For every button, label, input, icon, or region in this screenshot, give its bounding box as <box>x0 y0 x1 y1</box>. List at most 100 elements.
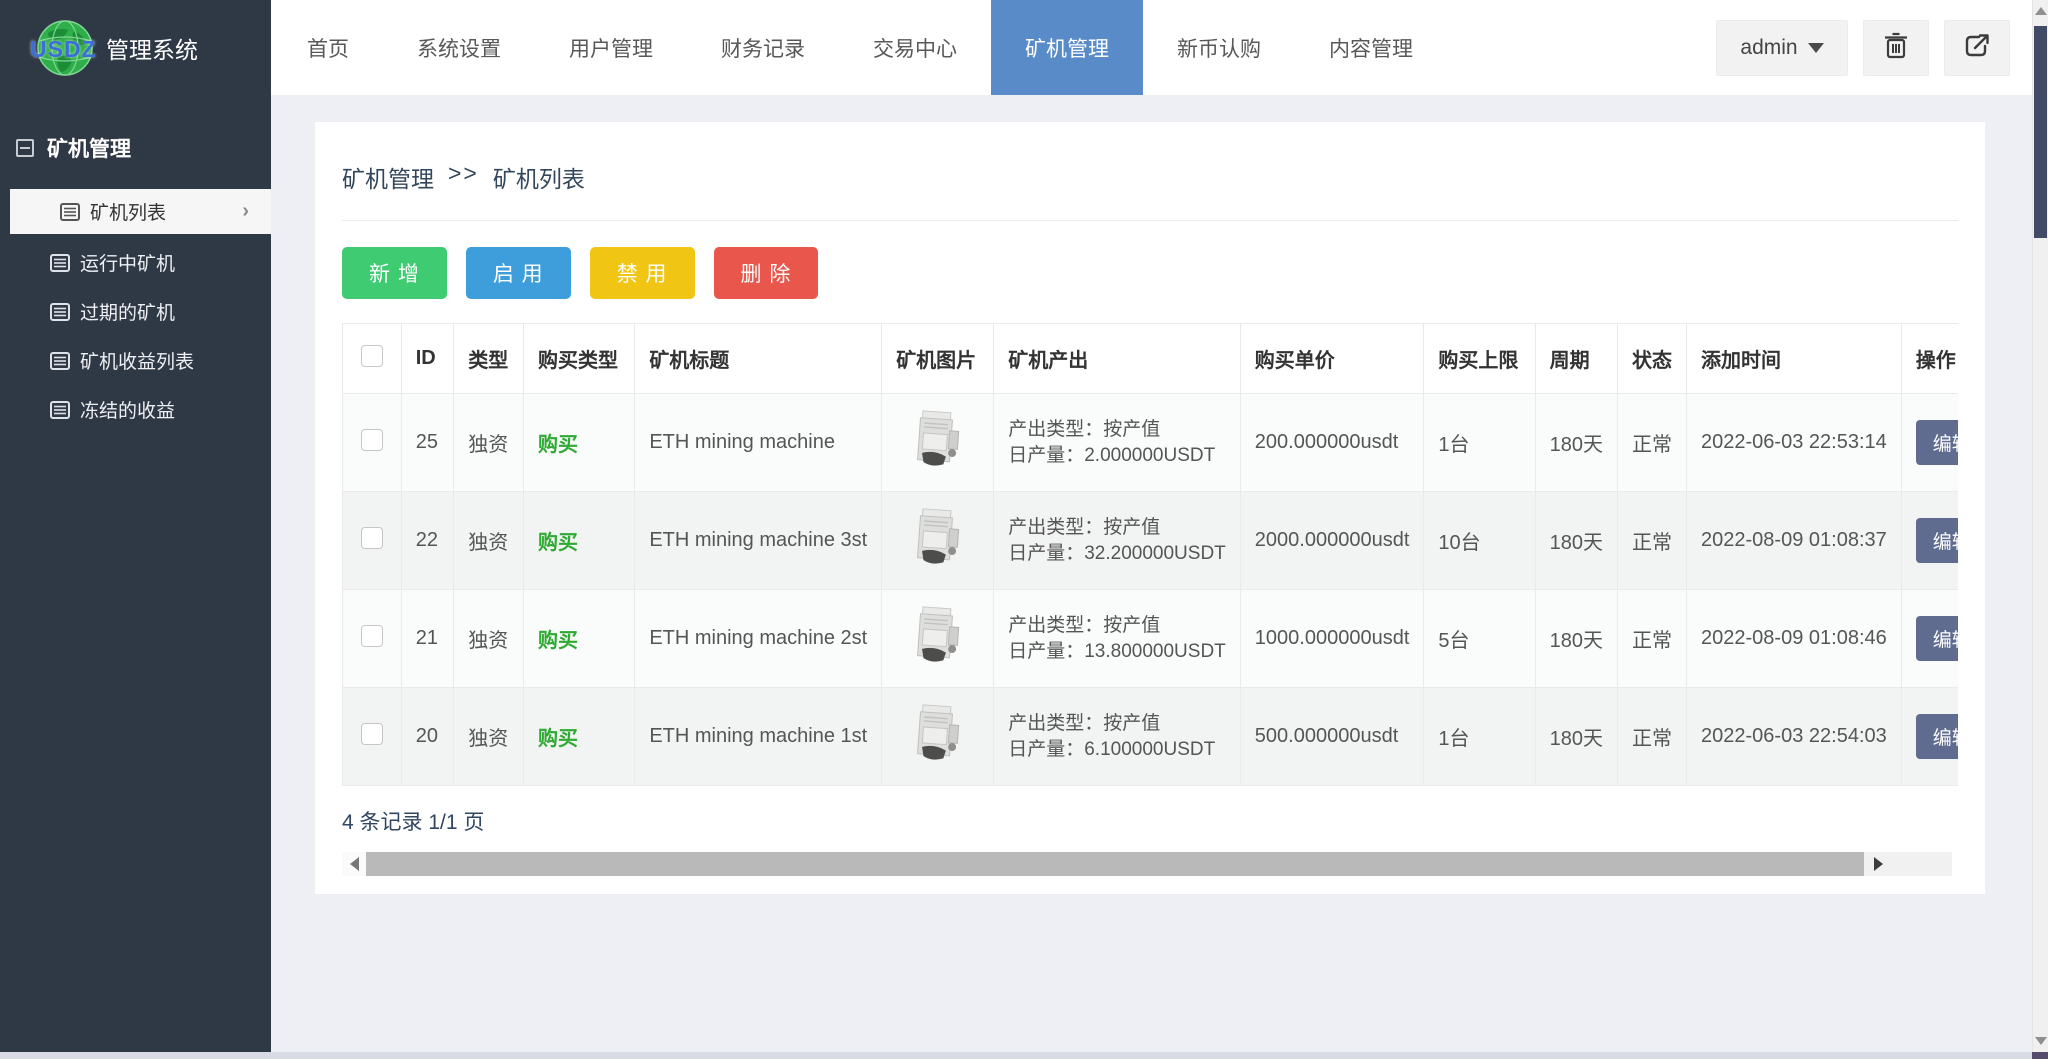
page: USDZ 管理系统 首页 系统设置 用户管理 财务记录 交易中心 矿机管理 新币认购 内容管理… <box>0 0 2048 1059</box>
horizontal-scrollbar-thumb[interactable] <box>366 852 1864 876</box>
table-row: 22 独资 购买 ETH mining machine 3st 产出类型：按产值 日产量：… <box>342 491 1958 590</box>
select-all-checkbox[interactable] <box>360 344 383 367</box>
scroll-up-arrow-icon[interactable] <box>2034 7 2047 15</box>
daily-output: 日产量：2.000000USDT <box>1008 444 1216 466</box>
miner-image <box>916 703 959 760</box>
table-row: 21 独资 购买 ETH mining machine 2st 产出类型：按产值 日产量：… <box>342 589 1958 688</box>
daily-output: 日产量：32.200000USDT <box>1008 542 1226 564</box>
cell-title: ETH mining machine <box>634 393 883 492</box>
cell-title: ETH mining machine 2st <box>634 589 883 688</box>
caret-down-icon <box>1807 42 1824 53</box>
cell-limit: 10台 <box>1423 491 1536 590</box>
edit-button[interactable]: 编辑 <box>1915 616 1958 661</box>
scrollbar-corner <box>2032 1052 2048 1059</box>
col-header-title: 矿机标题 <box>634 323 883 394</box>
output-type: 产出类型：按产值 <box>1008 712 1161 734</box>
top-nav-item-1[interactable]: 首页 <box>273 0 383 95</box>
edit-button[interactable]: 编辑 <box>1915 714 1958 759</box>
sidebar-section-header[interactable]: 矿机管理 <box>0 95 271 163</box>
cell-id: 25 <box>400 393 455 492</box>
miner-image <box>916 605 959 662</box>
user-menu-button[interactable]: admin <box>1716 19 1848 76</box>
cell-output: 产出类型：按产值 日产量：2.000000USDT <box>993 393 1241 492</box>
toolbar-button-2[interactable]: 启 用 <box>465 247 571 299</box>
col-header-output: 矿机产出 <box>993 323 1241 394</box>
cell-action: 编辑 <box>1900 687 1958 786</box>
col-header-limit: 购买上限 <box>1423 323 1536 394</box>
table-row: 25 独资 购买 ETH mining machine 产出类型：按产值 日产量：2.00… <box>342 393 1958 492</box>
breadcrumb: 矿机管理 >> 矿机列表 <box>342 146 1958 220</box>
cell-checkbox <box>342 589 402 688</box>
chevron-right-icon: › <box>242 200 249 222</box>
vertical-scrollbar-thumb[interactable] <box>2034 26 2047 238</box>
horizontal-scrollbar[interactable] <box>342 852 1952 876</box>
toolbar: 新 增启 用禁 用删 除 <box>342 247 1958 299</box>
sidebar-item-2[interactable]: 运行中矿机› <box>0 238 271 287</box>
logo-text: USDZ <box>30 35 97 62</box>
table-row: 20 独资 购买 ETH mining machine 1st 产出类型：按产值 日产量：… <box>342 687 1958 786</box>
top-nav-item-2[interactable]: 系统设置 <box>383 0 535 95</box>
logout-icon <box>1963 32 1991 63</box>
cell-cycle: 180天 <box>1534 491 1619 590</box>
scroll-down-arrow-icon[interactable] <box>2034 1037 2047 1045</box>
cell-cycle: 180天 <box>1534 589 1619 688</box>
breadcrumb-parent: 矿机管理 <box>342 166 434 192</box>
logout-button[interactable] <box>1944 19 2010 76</box>
cell-buy-type: 购买 <box>523 687 636 786</box>
top-nav-item-6[interactable]: 矿机管理 <box>991 0 1143 95</box>
trash-icon <box>1883 32 1909 63</box>
cell-price: 2000.000000usdt <box>1239 491 1425 590</box>
top-nav-item-8[interactable]: 内容管理 <box>1295 0 1447 95</box>
cell-limit: 5台 <box>1423 589 1536 688</box>
sidebar-item-4[interactable]: 矿机收益列表› <box>0 336 271 385</box>
cell-status: 正常 <box>1617 589 1688 688</box>
col-header-type: 类型 <box>453 323 525 394</box>
sidebar-item-label: 运行中矿机 <box>80 254 176 275</box>
vertical-scrollbar[interactable] <box>2032 0 2048 1052</box>
col-header-price: 购买单价 <box>1239 323 1425 394</box>
globe-logo-icon: USDZ <box>30 17 96 79</box>
cell-output: 产出类型：按产值 日产量：13.800000USDT <box>993 589 1241 688</box>
top-nav-item-7[interactable]: 新币认购 <box>1143 0 1295 95</box>
list-icon <box>50 253 70 272</box>
cell-added: 2022-08-09 01:08:46 <box>1686 589 1902 688</box>
list-icon <box>60 202 80 221</box>
toolbar-button-4[interactable]: 删 除 <box>713 247 819 299</box>
cell-image <box>881 589 995 688</box>
divider <box>342 220 1958 221</box>
top-nav-item-5[interactable]: 交易中心 <box>839 0 991 95</box>
scroll-right-arrow-icon[interactable] <box>1866 852 1890 876</box>
cell-image <box>881 393 995 492</box>
cell-cycle: 180天 <box>1534 687 1619 786</box>
top-bar-actions: admin <box>1716 0 2032 95</box>
cell-price: 200.000000usdt <box>1239 393 1425 492</box>
cell-buy-type: 购买 <box>523 393 636 492</box>
col-header-added: 添加时间 <box>1686 323 1902 394</box>
row-checkbox[interactable] <box>360 526 383 549</box>
miner-image <box>916 507 959 564</box>
edit-button[interactable]: 编辑 <box>1915 518 1958 563</box>
cell-action: 编辑 <box>1900 589 1958 688</box>
col-header-status: 状态 <box>1617 323 1688 394</box>
scroll-left-arrow-icon[interactable] <box>342 852 366 876</box>
cell-type: 独资 <box>453 589 525 688</box>
toolbar-button-3[interactable]: 禁 用 <box>589 247 695 299</box>
cell-checkbox <box>342 393 402 492</box>
row-checkbox[interactable] <box>360 624 383 647</box>
main-content: 矿机管理 >> 矿机列表 新 增启 用禁 用删 除 ID 类型 购买类型 矿机标题 矿机… <box>271 95 2032 1052</box>
table-body: 25 独资 购买 ETH mining machine 产出类型：按产值 日产量：2.00… <box>342 393 1958 786</box>
row-checkbox[interactable] <box>360 722 383 745</box>
cell-limit: 1台 <box>1423 687 1536 786</box>
top-nav-item-3[interactable]: 用户管理 <box>535 0 687 95</box>
sidebar-item-3[interactable]: 过期的矿机› <box>0 287 271 336</box>
sidebar-item-1[interactable]: 矿机列表 › <box>10 189 271 234</box>
cell-action: 编辑 <box>1900 393 1958 492</box>
top-nav-item-4[interactable]: 财务记录 <box>687 0 839 95</box>
row-checkbox[interactable] <box>360 428 383 451</box>
edit-button[interactable]: 编辑 <box>1915 420 1958 465</box>
sidebar-section-title: 矿机管理 <box>47 138 131 161</box>
sidebar-item-5[interactable]: 冻结的收益› <box>0 385 271 434</box>
toolbar-button-1[interactable]: 新 增 <box>342 247 447 299</box>
col-header-img: 矿机图片 <box>881 323 995 394</box>
trash-button[interactable] <box>1863 19 1929 76</box>
